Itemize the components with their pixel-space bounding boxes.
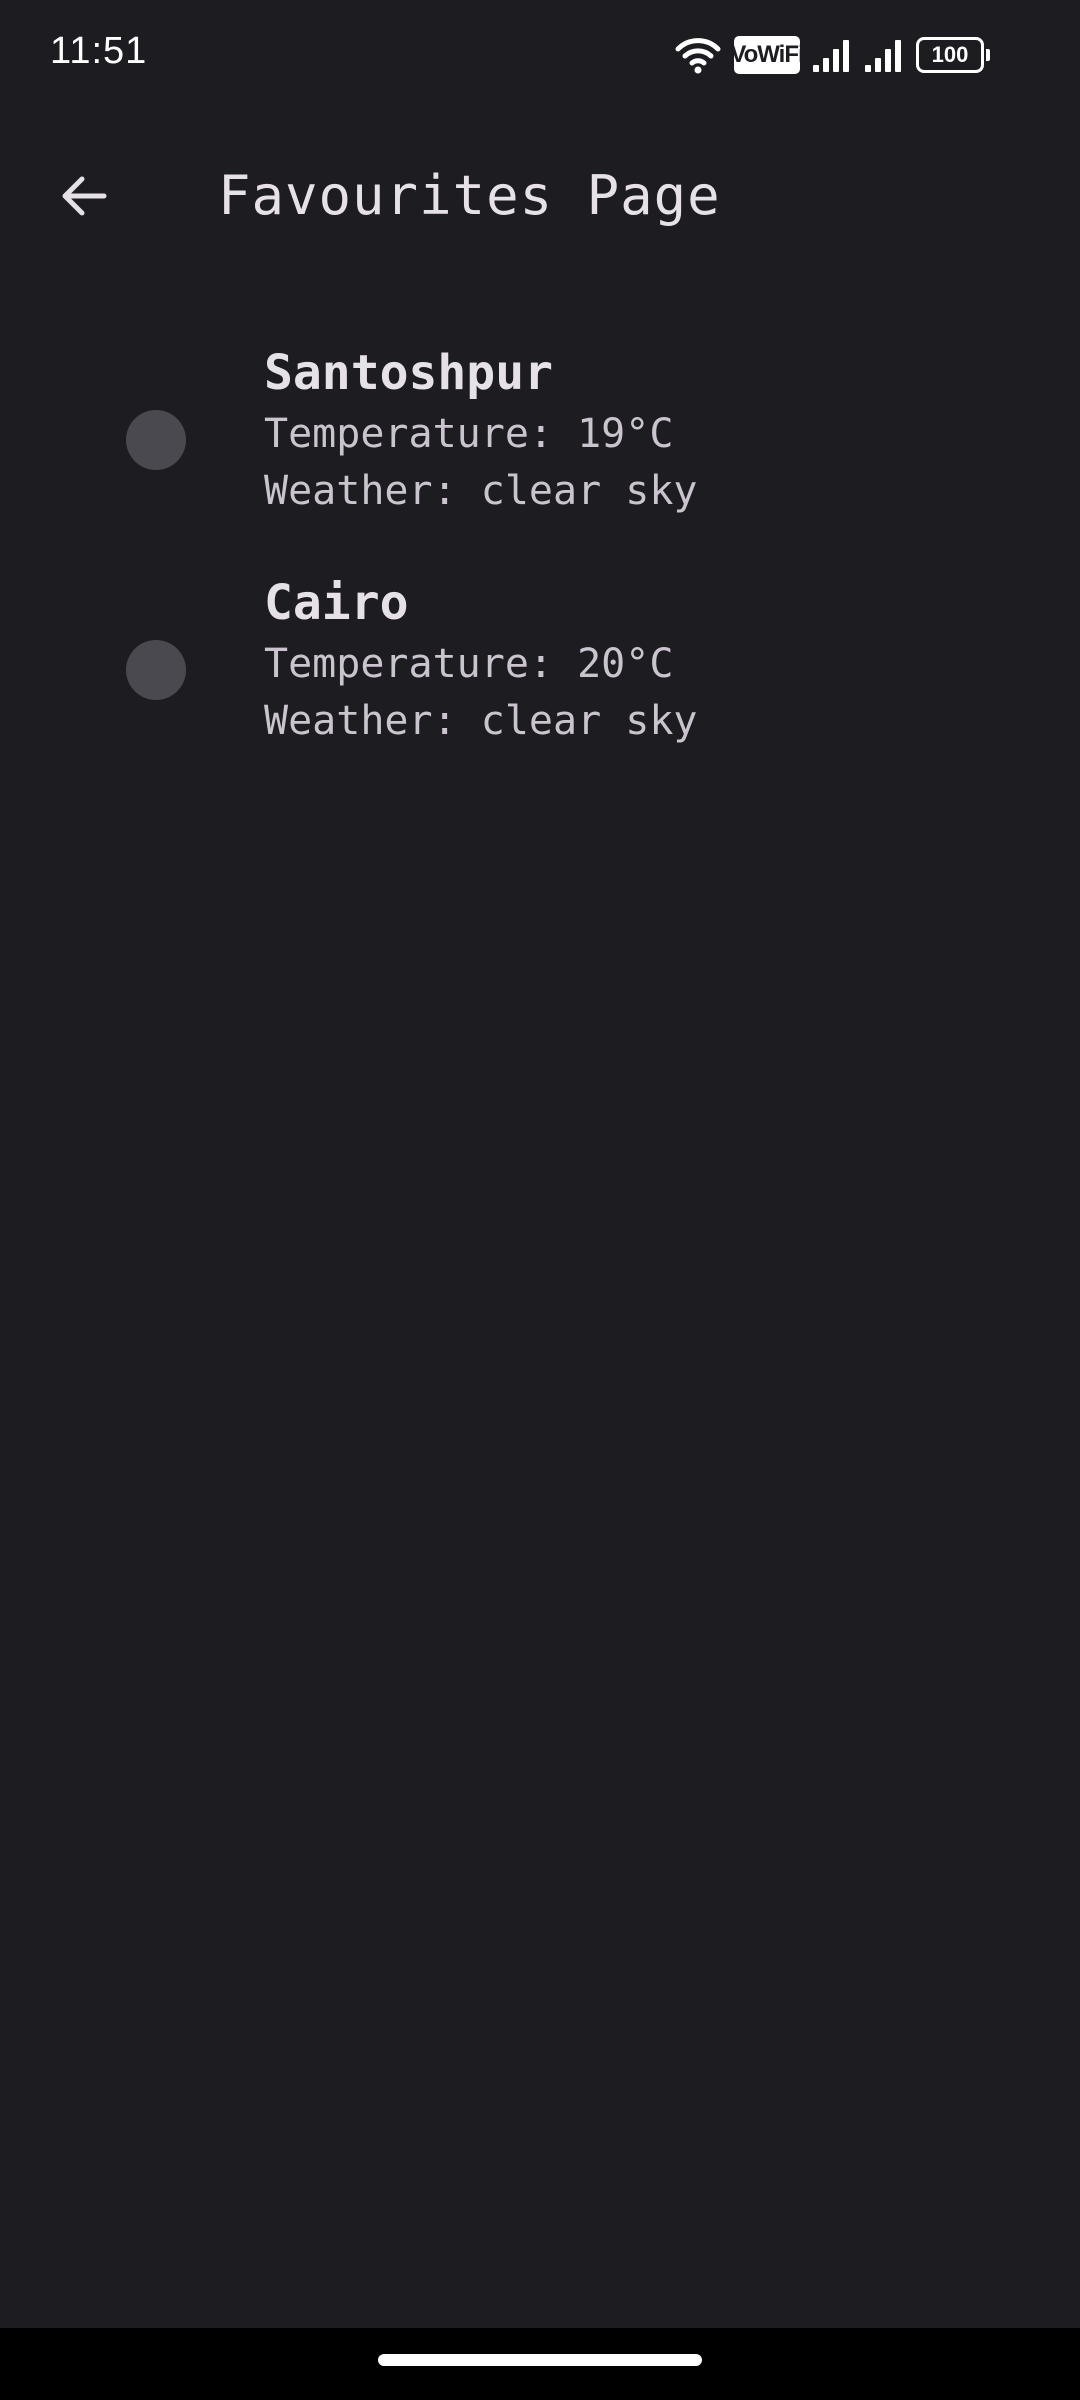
signal-icon	[812, 37, 852, 73]
home-indicator[interactable]	[378, 2354, 702, 2366]
list-item-content: Santoshpur Temperature: 19°C Weather: cl…	[264, 340, 697, 520]
city-name: Cairo	[264, 575, 409, 631]
radio-button[interactable]	[126, 640, 186, 700]
vowifi-icon: VoWiFi	[730, 36, 805, 74]
signal-icon	[864, 37, 904, 73]
battery-icon: 100	[916, 37, 990, 73]
city-name: Santoshpur	[264, 345, 553, 401]
system-navigation-bar	[0, 2328, 1080, 2400]
temperature-text: Temperature: 19°C	[264, 411, 674, 457]
status-bar: 11:51 VoWiFi 100	[0, 0, 1080, 110]
status-icons: VoWiFi 100	[674, 32, 990, 78]
weather-text: Weather: clear sky	[264, 468, 698, 514]
radio-button[interactable]	[126, 410, 186, 470]
temperature-text: Temperature: 20°C	[264, 641, 674, 687]
status-time: 11:51	[50, 30, 148, 72]
list-item[interactable]: Santoshpur Temperature: 19°C Weather: cl…	[0, 340, 1080, 570]
back-button[interactable]	[44, 158, 124, 238]
list-item[interactable]: Cairo Temperature: 20°C Weather: clear s…	[0, 570, 1080, 800]
list-item-content: Cairo Temperature: 20°C Weather: clear s…	[264, 570, 697, 750]
weather-text: Weather: clear sky	[264, 698, 698, 744]
arrow-left-icon	[58, 170, 110, 226]
wifi-icon	[674, 35, 722, 75]
app-bar: Favourites Page	[0, 130, 1080, 254]
favourites-list: Santoshpur Temperature: 19°C Weather: cl…	[0, 340, 1080, 800]
page-title: Favourites Page	[218, 164, 721, 227]
